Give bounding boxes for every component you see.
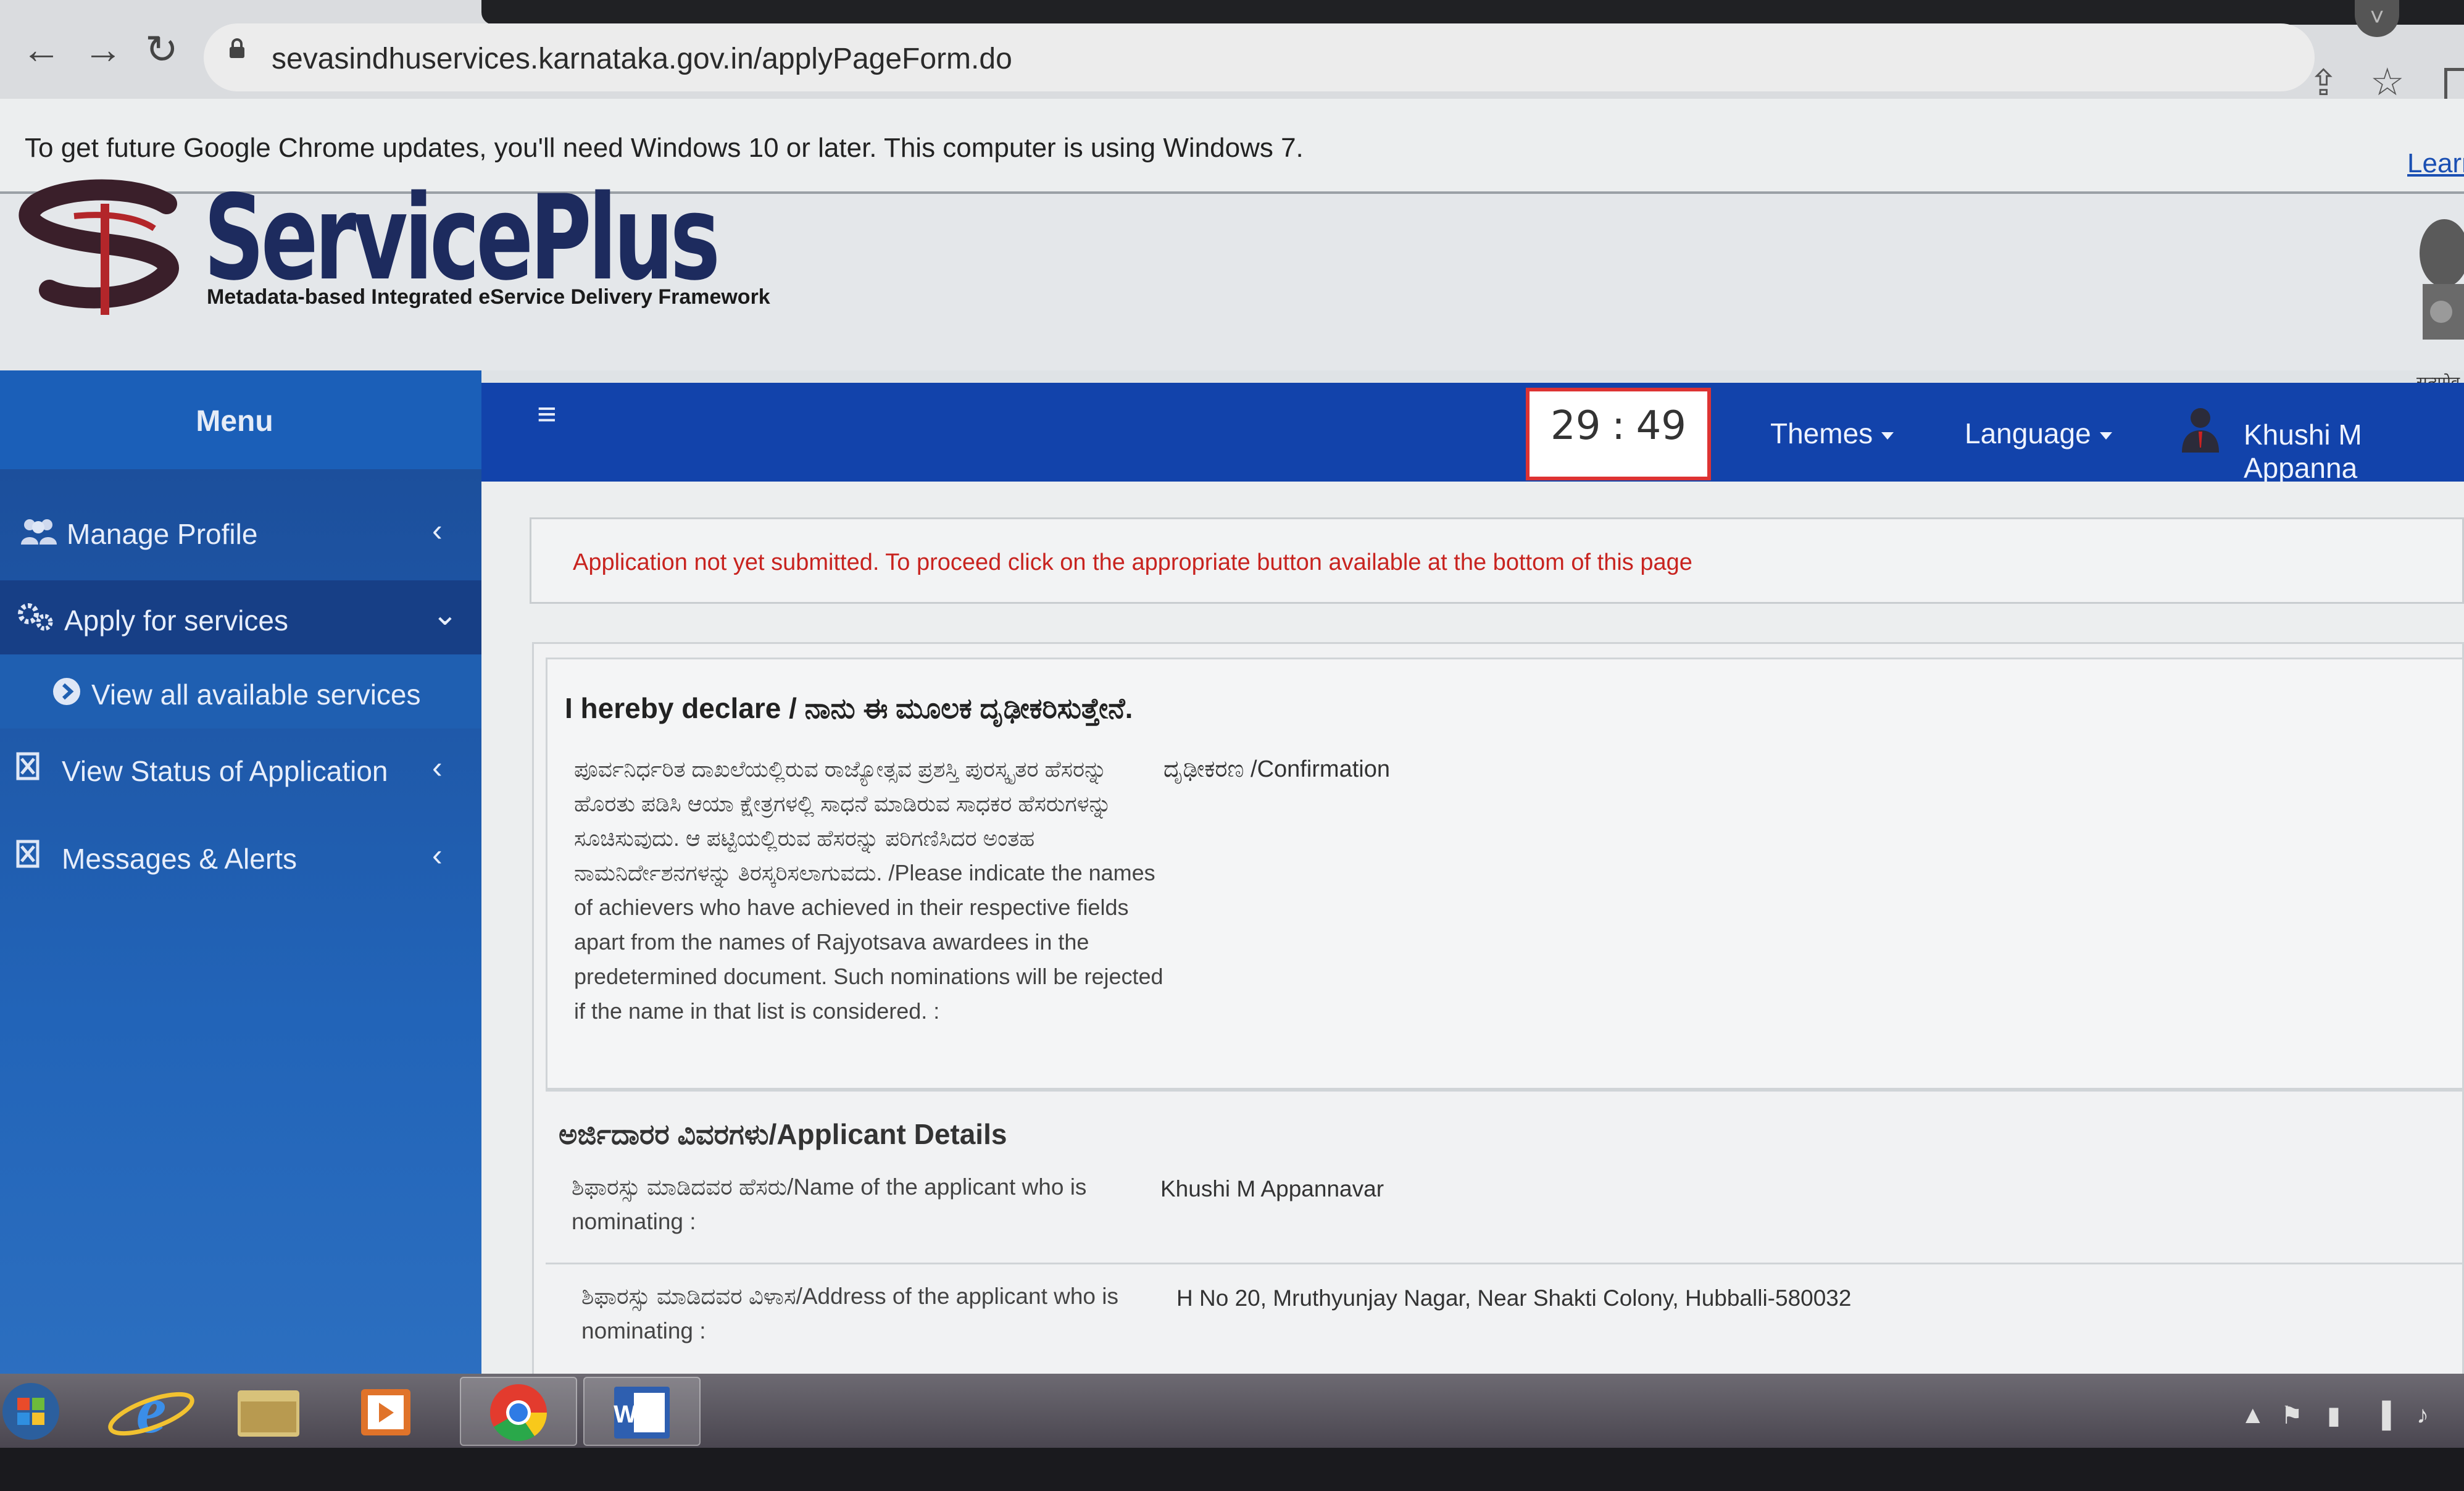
declaration-text: ಪೂರ್ವನಿರ್ಧರಿತ ದಾಖಲೆಯಲ್ಲಿರುವ ರಾಜ್ಯೋತ್ಸವ ಪ… — [574, 752, 1173, 1029]
start-orb-icon[interactable] — [0, 1377, 68, 1446]
chevron-down-icon — [1881, 432, 1894, 440]
themes-label: Themes — [1770, 417, 1873, 449]
sidebar-item-label: Messages & Alerts — [62, 843, 297, 875]
learn-more-link[interactable]: Learn — [2407, 148, 2464, 179]
sidebar-item-label: View all available services — [91, 679, 421, 711]
word-taskbar-button[interactable]: W — [583, 1377, 701, 1446]
forward-icon[interactable]: → — [83, 28, 123, 71]
share-icon[interactable]: ⇪ — [2308, 62, 2339, 104]
arrow-circle-icon — [53, 678, 80, 705]
language-label: Language — [1965, 417, 2091, 449]
screen-bezel — [0, 1448, 2464, 1491]
box-x-icon — [16, 840, 40, 868]
battery-icon[interactable]: ▮ — [2327, 1401, 2341, 1430]
session-timer: 29 : 49 — [1526, 388, 1711, 480]
confirmation-label: ದೃಢೀಕರಣ /Confirmation — [1163, 756, 1390, 782]
reload-icon[interactable]: ↻ — [145, 28, 178, 71]
svg-text:e: e — [136, 1377, 167, 1446]
chevron-left-icon: ‹ — [432, 750, 443, 785]
action-center-flag-icon[interactable]: ⚑ — [2281, 1401, 2303, 1430]
users-icon — [21, 519, 57, 545]
url-text[interactable]: sevasindhuservices.karnataka.gov.in/appl… — [272, 42, 1012, 76]
back-icon[interactable]: ← — [22, 28, 61, 71]
applicant-address-value: H No 20, Mruthyunjay Nagar, Near Shakti … — [1176, 1285, 1852, 1311]
chrome-taskbar-button[interactable] — [460, 1377, 577, 1446]
bookmark-star-icon[interactable]: ☆ — [2370, 59, 2405, 104]
section-divider — [546, 1090, 2464, 1092]
sidebar-item-apply-services[interactable]: Apply for services ⌄ — [0, 580, 481, 654]
file-explorer-icon[interactable] — [210, 1377, 327, 1446]
gears-icon — [18, 603, 53, 631]
chrome-icon — [490, 1384, 547, 1442]
national-emblem-icon — [2420, 219, 2464, 340]
menu-title: Menu — [196, 405, 273, 438]
serviceplus-logo-icon — [19, 179, 179, 315]
declaration-title: I hereby declare / ನಾನು ಈ ಮೂಲಕ ದೃಢೀಕರಿಸು… — [565, 692, 1133, 724]
top-nav-bar — [481, 383, 2464, 482]
lock-icon — [230, 38, 244, 58]
field-divider — [546, 1263, 2464, 1264]
sidebar-item-label: Manage Profile — [67, 518, 258, 550]
timer-minutes: 29 — [1550, 403, 1601, 449]
tray-expand-icon[interactable]: ▲ — [2241, 1401, 2265, 1429]
word-icon: W — [614, 1387, 670, 1439]
hamburger-menu-icon[interactable]: ≡ — [537, 395, 557, 433]
brand-tagline: Metadata-based Integrated eService Deliv… — [207, 285, 770, 309]
sidebar-item-label: Apply for services — [64, 604, 289, 637]
internet-explorer-icon[interactable]: e — [93, 1377, 210, 1446]
sidebar-item-messages-alerts[interactable]: Messages & Alerts ‹ — [0, 816, 481, 896]
chevron-left-icon: ‹ — [432, 513, 443, 548]
box-x-icon — [16, 752, 40, 780]
sidebar-item-view-status[interactable]: View Status of Application ‹ — [0, 729, 481, 809]
sidebar-item-label: View Status of Application — [62, 755, 388, 787]
applicant-address-label: ಶಿಫಾರಸ್ಸು ಮಾಡಿದವರ ವಿಳಾಸ/Address of the a… — [581, 1284, 1119, 1343]
timer-separator: : — [1612, 403, 1625, 449]
svg-text:W: W — [614, 1401, 637, 1428]
tab-strip — [481, 0, 2464, 25]
applicant-name-value: Khushi M Appannavar — [1160, 1176, 1384, 1201]
timer-seconds: 49 — [1636, 403, 1686, 449]
infobar-message: To get future Google Chrome updates, you… — [25, 133, 1304, 163]
chevron-down-icon: ⌄ — [432, 597, 458, 632]
sidebar-subitem-view-all-services[interactable]: View all available services — [0, 654, 481, 729]
sidebar-item-manage-profile[interactable]: Manage Profile ‹ — [0, 494, 481, 574]
volume-icon[interactable]: ♪ — [2416, 1401, 2429, 1429]
user-avatar-icon[interactable] — [2179, 404, 2222, 453]
applicant-name-label: ಶಿಫಾರಸ್ಸು ಮಾಡಿದವರ ಹೆಸರು/Name of the appl… — [572, 1174, 1087, 1234]
submission-alert: Application not yet submitted. To procee… — [573, 549, 1692, 575]
language-dropdown[interactable]: Language — [1965, 417, 2112, 450]
chevron-left-icon: ‹ — [432, 838, 443, 872]
applicant-details-title: ಅರ್ಜಿದಾರರ ವಿವರಗಳು/Applicant Details — [559, 1118, 1007, 1150]
user-name[interactable]: Khushi M Appanna — [2244, 418, 2464, 485]
themes-dropdown[interactable]: Themes — [1770, 417, 1894, 450]
media-player-icon[interactable] — [327, 1377, 444, 1446]
network-signal-icon[interactable]: ▐ — [2373, 1401, 2391, 1429]
chevron-down-icon — [2099, 432, 2112, 440]
